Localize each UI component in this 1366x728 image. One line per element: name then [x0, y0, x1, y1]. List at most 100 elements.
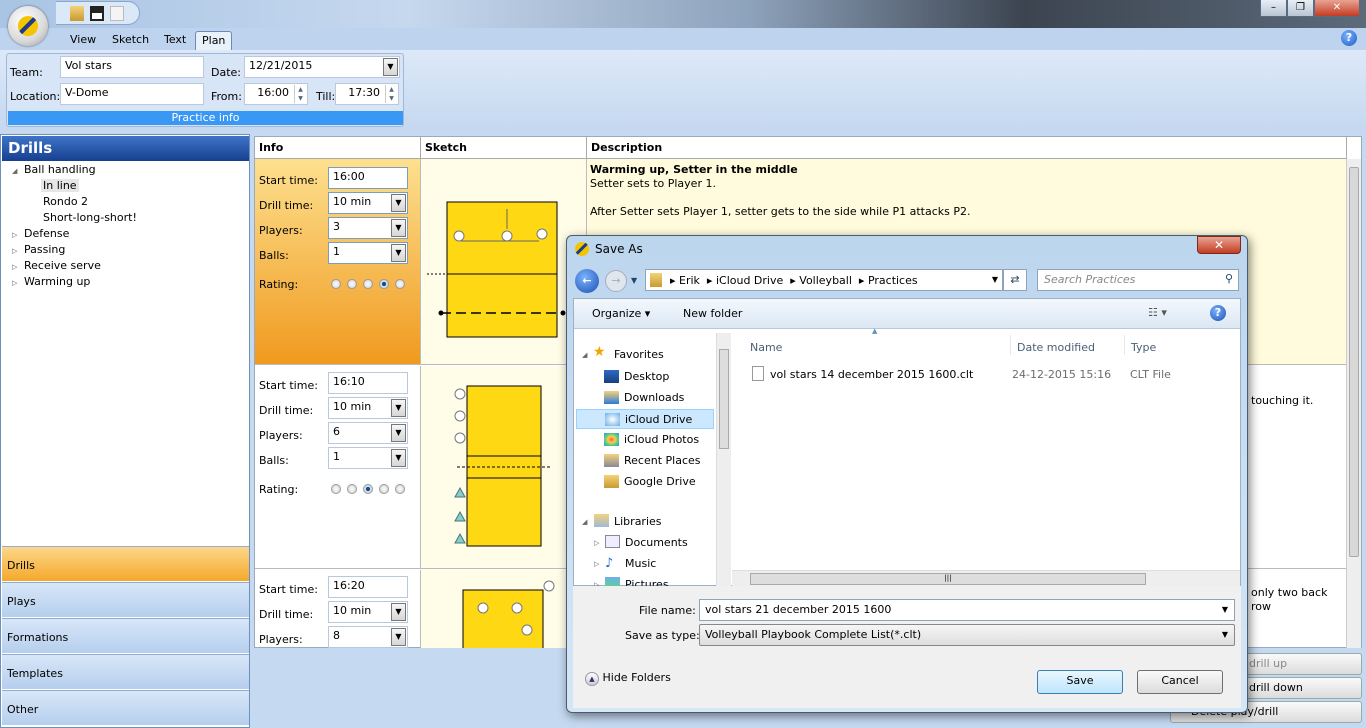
file-name-input[interactable]: vol stars 21 december 2015 1600 ▼ [699, 599, 1235, 621]
move-drill-up-button[interactable]: drill up [1240, 653, 1362, 675]
start-time-input[interactable]: 16:20 [328, 576, 408, 598]
open-icon[interactable] [70, 6, 84, 21]
spinner-icon[interactable]: ▲ ▼ [294, 85, 306, 103]
tree-item-short-long-short[interactable]: Short-long-short! [43, 211, 137, 224]
nav-google-drive[interactable]: Google Drive [576, 472, 714, 492]
move-drill-down-button[interactable]: drill down [1240, 677, 1362, 699]
app-menu-button[interactable] [8, 6, 48, 46]
start-time-input[interactable]: 16:10 [328, 372, 408, 394]
chevron-down-icon[interactable]: ▼ [391, 424, 406, 442]
nav-libraries[interactable]: Libraries [614, 515, 662, 528]
chevron-down-icon[interactable]: ▼ [391, 219, 406, 237]
rating-radio-5[interactable] [395, 279, 405, 289]
expanded-arrow-icon[interactable]: ◢ [582, 351, 587, 359]
from-time-input[interactable]: 16:00 ▲ ▼ [244, 83, 308, 105]
breadcrumb-practices[interactable]: Practices [868, 274, 918, 287]
drill-time-select[interactable]: 10 min ▼ [328, 601, 408, 623]
help-icon[interactable]: ? [1210, 305, 1226, 321]
cancel-button[interactable]: Cancel [1137, 670, 1223, 694]
tab-plan[interactable]: Plan [195, 31, 233, 51]
column-date-modified[interactable]: Date modified [1010, 335, 1095, 355]
expanded-arrow-icon[interactable]: ◢ [12, 167, 17, 175]
till-time-input[interactable]: 17:30 ▲ ▼ [335, 83, 399, 105]
team-input[interactable]: Vol stars [60, 56, 204, 78]
location-input[interactable]: V-Dome [60, 83, 204, 105]
tree-item-rondo-2[interactable]: Rondo 2 [43, 195, 88, 208]
chevron-down-icon[interactable]: ▼ [391, 603, 406, 621]
file-row[interactable]: vol stars 14 december 2015 1600.clt 24-1… [746, 364, 1236, 384]
tree-item-ball-handling[interactable]: Ball handling [24, 163, 96, 176]
vertical-scrollbar[interactable] [1346, 159, 1361, 648]
collapsed-arrow-icon[interactable]: ▷ [12, 231, 17, 239]
rating-radio-2[interactable] [347, 484, 357, 494]
tree-item-in-line[interactable]: In line [41, 179, 79, 192]
nav-favorites[interactable]: Favorites [614, 348, 664, 361]
date-picker[interactable]: 12/21/2015 ▼ [244, 56, 400, 78]
players-select[interactable]: 8 ▼ [328, 626, 408, 648]
chevron-down-icon[interactable]: ▼ [992, 275, 998, 284]
save-button[interactable]: Save [1037, 670, 1123, 694]
restore-button[interactable]: ❐ [1287, 0, 1314, 17]
address-bar[interactable]: ▸ Erik ▸ iCloud Drive ▸ Volleyball ▸ Pra… [645, 269, 1003, 291]
header-info[interactable]: Info [255, 137, 421, 159]
rating-radio-3[interactable] [363, 484, 373, 494]
organize-button[interactable]: Organize ▾ [592, 307, 650, 320]
collapsed-arrow-icon[interactable]: ▷ [12, 279, 17, 287]
collapsed-arrow-icon[interactable]: ▷ [12, 247, 17, 255]
view-options-icon[interactable]: ☷ ▾ [1148, 306, 1167, 319]
rating-radio-1[interactable] [331, 484, 341, 494]
breadcrumb-erik[interactable]: Erik [679, 274, 700, 287]
nav-music[interactable]: Music [625, 557, 656, 570]
collapsed-arrow-icon[interactable]: ▷ [12, 263, 17, 271]
rating-radio-3[interactable] [363, 279, 373, 289]
new-folder-button[interactable]: New folder [683, 307, 742, 320]
balls-select[interactable]: 1 ▼ [328, 447, 408, 469]
nav-other[interactable]: Other [2, 690, 249, 725]
forward-button[interactable]: → [605, 270, 627, 292]
refresh-button[interactable]: ⇄ [1003, 269, 1027, 291]
drill-sketch[interactable] [421, 159, 587, 364]
collapsed-arrow-icon[interactable]: ▷ [594, 560, 599, 568]
dialog-close-button[interactable]: ✕ [1197, 236, 1241, 254]
chevron-down-icon[interactable]: ▼ [391, 399, 406, 417]
search-input[interactable]: Search Practices ⚲ [1037, 269, 1239, 291]
chevron-down-icon[interactable]: ▼ [391, 628, 406, 646]
breadcrumb-icloud-drive[interactable]: iCloud Drive [716, 274, 783, 287]
chevron-down-icon[interactable]: ▼ [1222, 630, 1228, 639]
chevron-down-icon[interactable]: ▼ [383, 58, 398, 76]
players-select[interactable]: 3 ▼ [328, 217, 408, 239]
nav-downloads[interactable]: Downloads [576, 388, 714, 408]
hide-folders-button[interactable]: ▲ Hide Folders [585, 671, 671, 686]
history-dropdown-icon[interactable]: ▼ [631, 276, 637, 285]
save-icon[interactable] [90, 6, 104, 21]
rating-radio-4[interactable] [379, 484, 389, 494]
column-type[interactable]: Type [1124, 335, 1156, 355]
drill-sketch[interactable] [421, 366, 587, 568]
minimize-button[interactable]: – [1260, 0, 1287, 17]
nav-plays[interactable]: Plays [2, 582, 249, 617]
drill-sketch[interactable] [421, 570, 587, 651]
nav-formations[interactable]: Formations [2, 618, 249, 653]
tab-view[interactable]: View [64, 31, 102, 51]
column-name[interactable]: Name [750, 341, 782, 354]
new-icon[interactable] [110, 6, 124, 21]
nav-icloud-photos[interactable]: iCloud Photos [576, 430, 714, 450]
help-icon[interactable]: ? [1341, 30, 1357, 46]
nav-recent-places[interactable]: Recent Places [576, 451, 714, 471]
balls-select[interactable]: 1 ▼ [328, 242, 408, 264]
collapsed-arrow-icon[interactable]: ▷ [594, 539, 599, 547]
scrollbar-thumb[interactable] [719, 349, 729, 449]
header-sketch[interactable]: Sketch [421, 137, 587, 159]
tree-item-warming-up[interactable]: Warming up [24, 275, 90, 288]
rating-radio-4[interactable] [379, 279, 389, 289]
tree-item-receive-serve[interactable]: Receive serve [24, 259, 101, 272]
header-description[interactable]: Description [587, 137, 1347, 159]
drill-time-select[interactable]: 10 min ▼ [328, 397, 408, 419]
tree-item-defense[interactable]: Defense [24, 227, 69, 240]
start-time-input[interactable]: 16:00 [328, 167, 408, 189]
breadcrumb-volleyball[interactable]: Volleyball [799, 274, 852, 287]
nav-drills[interactable]: Drills [2, 546, 249, 581]
rating-radio-5[interactable] [395, 484, 405, 494]
scrollbar-thumb[interactable] [1349, 167, 1359, 557]
tab-text[interactable]: Text [158, 31, 192, 51]
